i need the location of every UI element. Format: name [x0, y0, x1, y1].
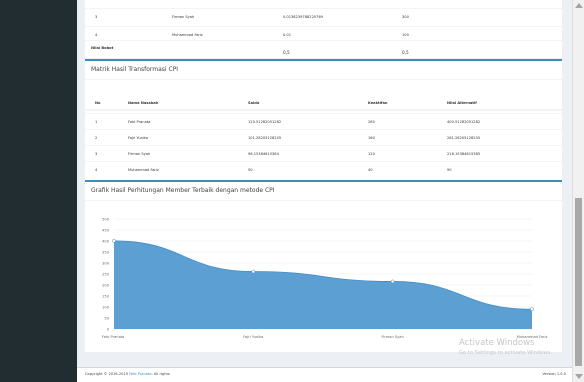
watermark-line1: Activate Windows [459, 338, 535, 348]
copyright-suffix: . All rights [151, 372, 170, 376]
sidebar [0, 0, 77, 382]
nilai-bobot-col4: 0,5 [402, 50, 409, 55]
data-point[interactable] [251, 269, 256, 274]
table-header-row: No Nama Nasabah Saldo Keaktifan Nilai Al… [85, 97, 562, 111]
y-tick-label: 100 [102, 305, 110, 309]
page-footer: Copyright © 2016-2019 Febi Pranata. All … [77, 367, 572, 382]
cell-nama: Firman Syah [172, 15, 195, 19]
cell-bobot: 300 [402, 15, 409, 19]
bobot-table-box: 3 Firman Syah 0.0138239788220769 300 4 M… [85, 0, 562, 58]
cell-nama: Fajri Yunika [128, 136, 149, 140]
copyright: Copyright © 2016-2019 Febi Pranata. All … [85, 372, 170, 376]
cell-nilai-alternatif: 261.28205128205 [447, 136, 481, 140]
scroll-thumb[interactable] [575, 198, 582, 366]
x-tick-label: Febi Pranata [102, 335, 124, 339]
y-tick-label: 0 [107, 327, 110, 331]
cell-no: 3 [95, 152, 98, 156]
header-nilai-alternatif: Nilai Alternatif [447, 101, 477, 105]
cell-nilai: 0.0138239788220769 [283, 15, 324, 19]
cell-keaktifan: 280 [368, 120, 375, 124]
nilai-bobot-col3: 0,5 [283, 50, 290, 55]
x-tick-label: Firman Syah [382, 335, 404, 339]
data-point[interactable] [390, 279, 395, 284]
y-tick-label: 50 [104, 316, 109, 320]
cell-nilai-alternatif: 216.15384615385 [447, 152, 481, 156]
y-tick-label: 150 [102, 294, 110, 298]
y-tick-label: 200 [102, 283, 110, 287]
windows-activation-watermark: Activate Windows Go to Settings to activ… [459, 338, 552, 356]
x-tick-label: Fajri Yunika [243, 335, 263, 339]
cell-nilai-alternatif: 400.51282051282 [447, 120, 481, 124]
cell-bobot: 100 [402, 33, 409, 37]
watermark-line2: Go to Settings to activate Windows. [459, 350, 552, 356]
cell-saldo: 50 [248, 168, 253, 172]
table-row: 1 Febi Pranata 120.51282051282 280 400.5… [85, 113, 562, 129]
cell-saldo: 120.51282051282 [248, 120, 282, 124]
cell-nama: Febi Pranata [128, 120, 151, 124]
cell-no: 2 [95, 136, 98, 140]
y-tick-label: 500 [102, 217, 110, 221]
table-row: 3 Firman Syah 0.0138239788220769 300 [85, 8, 562, 22]
cell-nilai: 0.01 [283, 33, 292, 37]
header-no: No [95, 101, 101, 105]
table-row: 3 Firman Syah 96.15384615384 120 216.153… [85, 145, 562, 161]
matrix-title: Matrik Hasil Transformasi CPI [85, 61, 562, 80]
y-tick-label: 350 [102, 250, 110, 254]
scroll-up-icon[interactable] [575, 3, 583, 8]
cell-keaktifan: 40 [368, 168, 373, 172]
cell-no: 4 [95, 33, 98, 37]
area-chart: 0 50 100 150 200 250 300 350 400 450 500 Febi Prana… [102, 217, 548, 339]
cell-no: 3 [95, 15, 98, 19]
matrix-box: Matrik Hasil Transformasi CPI No Nama Na… [85, 59, 562, 181]
cell-keaktifan: 160 [368, 136, 375, 140]
cell-nama: Muhammad Fariz [128, 168, 159, 172]
y-tick-label: 300 [102, 261, 110, 265]
cell-nama: Firman Syah [128, 152, 151, 156]
chart-box: Grafik Hasil Perhitungan Member Terbaik … [85, 180, 562, 352]
cell-no: 1 [95, 120, 98, 124]
header-saldo: Saldo [248, 101, 260, 105]
nilai-bobot-label: Nilai Bobot [91, 46, 114, 50]
cell-no: 4 [95, 168, 98, 172]
header-keaktifan: Keaktifan [368, 101, 388, 105]
table-row: 2 Fajri Yunika 101.28205128205 160 261.2… [85, 129, 562, 145]
table-row: 4 Muhammad Fariz 50 40 90 [85, 161, 562, 177]
y-tick-label: 250 [102, 272, 110, 276]
header-nama: Nama Nasabah [128, 101, 159, 105]
y-tick-label: 400 [102, 239, 110, 243]
cell-nama: Muhammad Fariz [172, 33, 203, 37]
version-label: Version 1.0.0 [542, 372, 566, 376]
data-point[interactable] [112, 239, 116, 243]
vertical-scrollbar[interactable] [572, 0, 584, 382]
table-footer-row: Nilai Bobot 0,5 0,5 [85, 40, 562, 58]
chart-title: Grafik Hasil Perhitungan Member Terbaik … [85, 182, 562, 201]
table-row: 4 Muhammad Fariz 0.01 100 [85, 26, 562, 40]
cell-keaktifan: 120 [368, 152, 375, 156]
cell-nilai-alternatif: 90 [447, 168, 452, 172]
data-point[interactable] [530, 307, 534, 312]
scroll-down-icon[interactable] [575, 374, 583, 379]
content-area: 3 Firman Syah 0.0138239788220769 300 4 M… [77, 0, 572, 382]
y-tick-label: 450 [102, 228, 110, 232]
brand-link[interactable]: Febi Pranata [129, 372, 151, 376]
copyright-prefix: Copyright © 2016-2019 [85, 372, 129, 376]
cell-saldo: 96.15384615384 [248, 152, 279, 156]
cell-saldo: 101.28205128205 [248, 136, 282, 140]
